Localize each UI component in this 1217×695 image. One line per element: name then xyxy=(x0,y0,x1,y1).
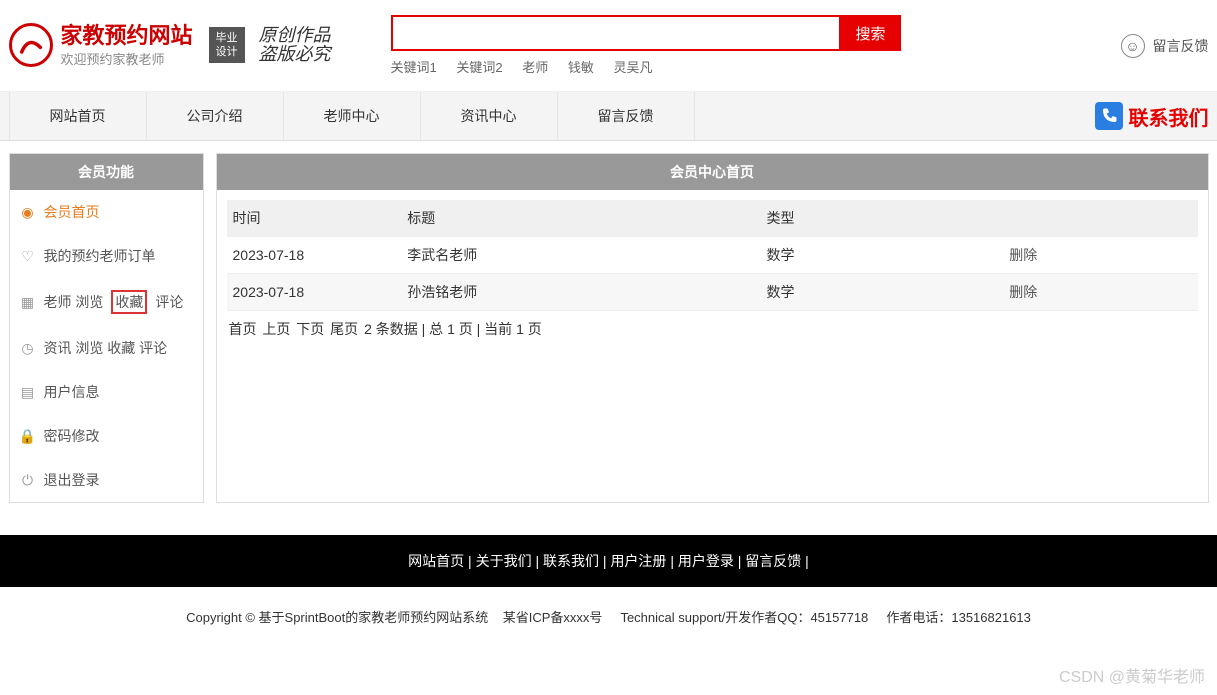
feedback-button[interactable]: ☺ 留言反馈 xyxy=(1121,34,1209,58)
footer-link[interactable]: 用户登录 xyxy=(678,553,734,569)
sidebar-teacher-browse[interactable]: ▦ 老师 浏览 收藏 评论 xyxy=(10,278,203,326)
doc-icon: ▤ xyxy=(20,384,36,400)
heart-icon: ♡ xyxy=(20,248,36,264)
table-row: 2023-07-18 李武名老师 数学 删除 xyxy=(227,237,1198,274)
footer-link[interactable]: 留言反馈 xyxy=(745,553,801,569)
keyword-link[interactable]: 灵吴凡 xyxy=(614,60,653,75)
sidebar-my-orders[interactable]: ♡ 我的预约老师订单 xyxy=(10,234,203,278)
footer-link[interactable]: 网站首页 xyxy=(408,553,464,569)
contact-us-button[interactable]: 联系我们 xyxy=(1095,102,1209,131)
footer-nav: 网站首页 | 关于我们 | 联系我们 | 用户注册 | 用户登录 | 留言反馈 … xyxy=(0,535,1217,587)
col-time: 时间 xyxy=(227,200,402,237)
sidebar-password[interactable]: 🔒 密码修改 xyxy=(10,414,203,458)
highlight-favorite: 收藏 xyxy=(111,290,147,314)
col-action xyxy=(1003,200,1197,237)
nav-company[interactable]: 公司介绍 xyxy=(147,92,284,140)
keywords-row: 关键词1 关键词2 老师 钱敏 灵吴凡 xyxy=(391,57,901,76)
site-subtitle: 欢迎预约家教老师 xyxy=(61,49,193,68)
keyword-link[interactable]: 钱敏 xyxy=(568,60,594,75)
calligraphy-text: 原创作品 盗版必究 xyxy=(259,26,331,66)
pager-prev[interactable]: 上页 xyxy=(262,321,290,337)
header: 家教预约网站 欢迎预约家教老师 毕业 设计 原创作品 盗版必究 搜索 关键词1 … xyxy=(9,0,1209,81)
main-nav: 网站首页 公司介绍 老师中心 资讯中心 留言反馈 联系我们 xyxy=(0,91,1217,141)
table-row: 2023-07-18 孙浩铭老师 数学 删除 xyxy=(227,274,1198,311)
pager-first[interactable]: 首页 xyxy=(229,321,257,337)
search-input[interactable] xyxy=(391,15,841,51)
col-type: 类型 xyxy=(761,200,1004,237)
keyword-link[interactable]: 关键词1 xyxy=(391,60,437,75)
col-title: 标题 xyxy=(401,200,760,237)
footer-link[interactable]: 用户注册 xyxy=(610,553,666,569)
search-area: 搜索 关键词1 关键词2 老师 钱敏 灵吴凡 xyxy=(391,15,901,76)
sidebar-logout[interactable]: ⏻ 退出登录 xyxy=(10,458,203,502)
grid-icon: ▦ xyxy=(20,294,36,310)
lock-icon: 🔒 xyxy=(20,428,36,444)
keyword-link[interactable]: 关键词2 xyxy=(456,60,502,75)
sidebar-member-home[interactable]: ◉ 会员首页 xyxy=(10,190,203,234)
logo-area: 家教预约网站 欢迎预约家教老师 毕业 设计 原创作品 盗版必究 xyxy=(9,23,331,68)
clock-icon: ◷ xyxy=(20,340,36,356)
nav-home[interactable]: 网站首页 xyxy=(9,92,147,140)
search-button[interactable]: 搜索 xyxy=(841,15,901,51)
watermark: CSDN @黄菊华老师 xyxy=(1059,663,1205,687)
nav-teachers[interactable]: 老师中心 xyxy=(284,92,421,140)
content-title: 会员中心首页 xyxy=(217,154,1208,190)
footer-copyright: Copyright © 基于SprintBoot的家教老师预约网站系统 某省IC… xyxy=(0,587,1217,646)
pager-next[interactable]: 下页 xyxy=(296,321,324,337)
phone-icon xyxy=(1095,102,1123,130)
sidebar-title: 会员功能 xyxy=(10,154,203,190)
power-icon: ⏻ xyxy=(20,472,36,488)
nav-feedback[interactable]: 留言反馈 xyxy=(558,92,695,140)
footer-link[interactable]: 联系我们 xyxy=(543,553,599,569)
keyword-link[interactable]: 老师 xyxy=(522,60,548,75)
site-title: 家教预约网站 xyxy=(61,23,193,49)
pagination: 首页 上页 下页 尾页 2 条数据 | 总 1 页 | 当前 1 页 xyxy=(227,311,1198,347)
sidebar-user-info[interactable]: ▤ 用户信息 xyxy=(10,370,203,414)
delete-link[interactable]: 删除 xyxy=(1009,247,1037,263)
footer-link[interactable]: 关于我们 xyxy=(476,553,532,569)
data-table: 时间 标题 类型 2023-07-18 李武名老师 数学 删除 2023-07-… xyxy=(227,200,1198,311)
pager-last[interactable]: 尾页 xyxy=(330,321,358,337)
headset-icon: ☺ xyxy=(1121,34,1145,58)
content-panel: 会员中心首页 时间 标题 类型 2023-07-18 李武名老师 数学 xyxy=(216,153,1209,503)
home-icon: ◉ xyxy=(20,204,36,220)
badge-graduation: 毕业 设计 xyxy=(209,27,245,63)
sidebar: 会员功能 ◉ 会员首页 ♡ 我的预约老师订单 ▦ 老师 浏览 收藏 评论 ◷ 资… xyxy=(9,153,204,503)
logo-icon xyxy=(9,23,53,67)
delete-link[interactable]: 删除 xyxy=(1009,284,1037,300)
sidebar-news-browse[interactable]: ◷ 资讯 浏览 收藏 评论 xyxy=(10,326,203,370)
nav-news[interactable]: 资讯中心 xyxy=(421,92,558,140)
